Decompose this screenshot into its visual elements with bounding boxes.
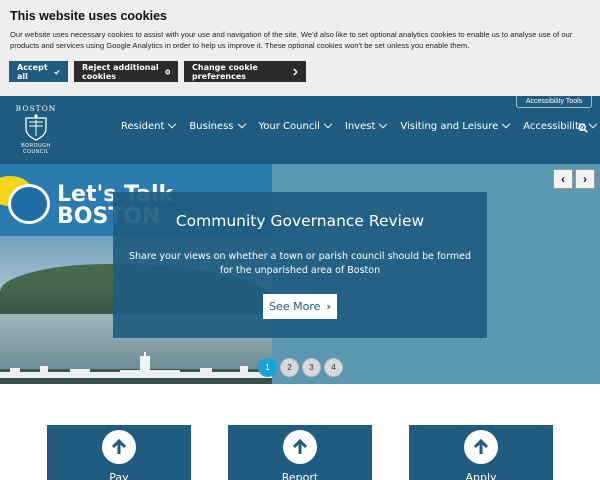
chevron-right-icon: › xyxy=(326,300,331,313)
carousel-controls: ‹ › xyxy=(551,169,595,189)
carousel-pagination: 1 2 3 4 xyxy=(258,358,346,377)
next-slide-button[interactable]: › xyxy=(575,169,595,189)
slide-dot-1[interactable]: 1 xyxy=(258,358,277,377)
tile-report[interactable]: Report xyxy=(228,425,372,480)
cookie-buttons: Accept all Reject additional cookies Cha… xyxy=(9,61,312,82)
cookie-text: Our website uses necessary cookies to as… xyxy=(10,30,573,50)
accept-all-button[interactable]: Accept all xyxy=(9,61,68,82)
quick-links: Pay Report Apply xyxy=(0,425,600,480)
see-more-button[interactable]: See More › xyxy=(263,294,337,319)
hero-title: Community Governance Review xyxy=(175,212,425,230)
close-circle-icon xyxy=(164,69,170,74)
nav-visiting-leisure[interactable]: Visiting and Leisure xyxy=(400,119,511,132)
change-preferences-button[interactable]: Change cookie preferences xyxy=(184,61,306,82)
arrow-up-circle-icon xyxy=(464,430,498,464)
crest-icon xyxy=(25,114,47,141)
hero-description: Share your views on whether a town or pa… xyxy=(129,251,471,276)
check-icon xyxy=(54,69,60,75)
tile-label: Apply xyxy=(465,471,497,480)
search-icon[interactable] xyxy=(578,123,588,133)
hero-content-panel: Community Governance Review Share your v… xyxy=(113,192,487,338)
slide-dot-2[interactable]: 2 xyxy=(280,358,299,377)
arrow-up-circle-icon xyxy=(102,430,136,464)
slide-dot-4[interactable]: 4 xyxy=(324,358,343,377)
tile-label: Pay xyxy=(109,471,129,480)
site-header: BOSTON BOROUGH COUNCIL Accessibility Too… xyxy=(0,96,600,164)
reject-cookies-button[interactable]: Reject additional cookies xyxy=(74,61,178,82)
chevron-down-icon xyxy=(168,119,177,128)
chevron-down-icon xyxy=(379,119,388,128)
chevron-right-icon xyxy=(292,67,298,76)
slide-dot-3[interactable]: 3 xyxy=(302,358,321,377)
tile-label: Report xyxy=(281,471,319,480)
nav-invest[interactable]: Invest xyxy=(345,119,388,132)
chevron-down-icon xyxy=(323,119,333,128)
speech-bubble-icon xyxy=(8,184,50,224)
chevron-down-icon xyxy=(237,119,246,128)
chevron-down-icon xyxy=(588,119,598,128)
cookie-title: This website uses cookies xyxy=(10,9,168,23)
hero-carousel: Let's Talk BOSTON Community Governance R… xyxy=(0,164,600,384)
prev-slide-button[interactable]: ‹ xyxy=(553,169,573,189)
nav-resident[interactable]: Resident xyxy=(121,119,177,132)
cookie-banner: This website uses cookies Our website us… xyxy=(0,0,600,96)
nav-business[interactable]: Business xyxy=(189,119,246,132)
tile-pay[interactable]: Pay xyxy=(47,425,191,480)
council-logo[interactable]: BOSTON BOROUGH COUNCIL xyxy=(8,104,64,156)
arrow-up-circle-icon xyxy=(283,430,317,464)
nav-your-council[interactable]: Your Council xyxy=(259,119,333,132)
logo-bottom-text: BOROUGH COUNCIL xyxy=(21,143,51,155)
chevron-down-icon xyxy=(502,119,511,128)
logo-top-text: BOSTON xyxy=(15,104,57,113)
tile-apply[interactable]: Apply xyxy=(409,425,553,480)
skyline-icon xyxy=(0,352,272,378)
main-nav: Resident Business Your Council Invest Vi… xyxy=(121,119,600,132)
accessibility-tools-button[interactable]: Accessibility Tools xyxy=(516,96,592,108)
